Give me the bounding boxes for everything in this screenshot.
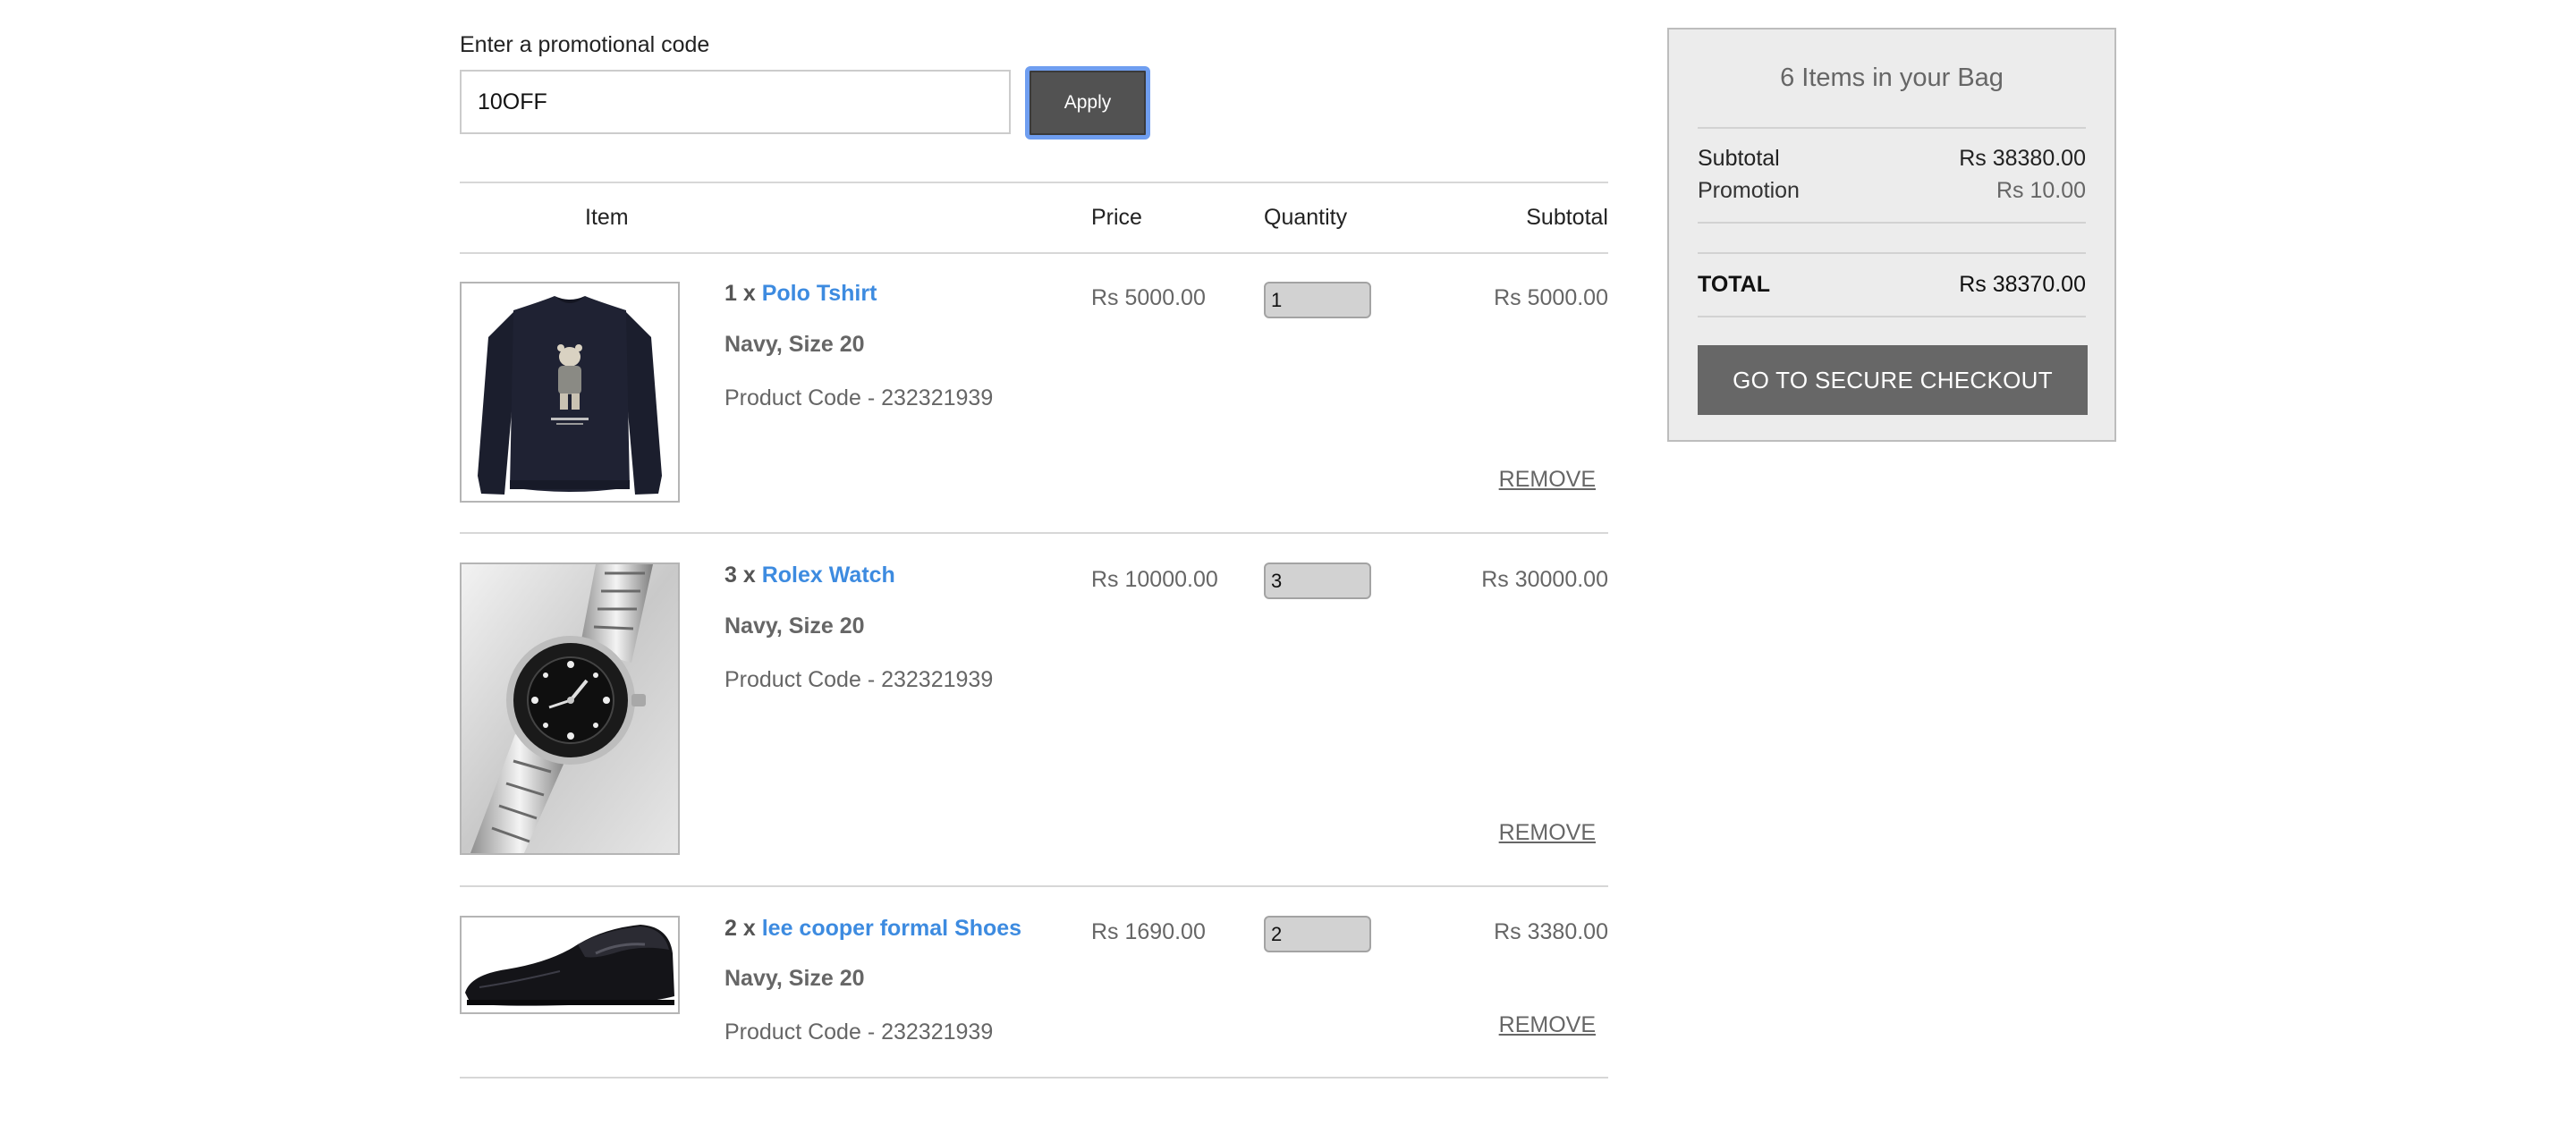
remove-item-link[interactable]: REMOVE <box>1499 467 1596 493</box>
product-code: Product Code - 232321939 <box>724 667 994 692</box>
product-title: 3 x Rolex Watch <box>724 562 895 588</box>
quantity-prefix: 2 x <box>724 916 756 941</box>
unit-price: Rs 10000.00 <box>1091 567 1218 592</box>
column-header-subtotal: Subtotal <box>1526 205 1608 230</box>
product-code: Product Code - 232321939 <box>724 385 994 410</box>
row-divider <box>460 885 1608 887</box>
quantity-input[interactable] <box>1264 282 1371 318</box>
promo-code-label: Enter a promotional code <box>460 32 710 57</box>
total-label: TOTAL <box>1698 272 1771 297</box>
promo-code-input[interactable] <box>460 70 1011 134</box>
column-header-item: Item <box>585 205 629 230</box>
subtotal-value: Rs 38380.00 <box>1959 146 2086 171</box>
product-variant: Navy, Size 20 <box>724 966 865 991</box>
quantity-prefix: 1 x <box>724 281 756 306</box>
product-thumbnail[interactable] <box>460 916 680 1014</box>
product-link[interactable]: lee cooper formal Shoes <box>762 916 1021 941</box>
row-divider <box>460 532 1608 534</box>
column-header-price: Price <box>1091 205 1142 230</box>
product-link[interactable]: Polo Tshirt <box>762 281 877 306</box>
promotion-label: Promotion <box>1698 178 1800 203</box>
order-summary-panel: 6 Items in your Bag Subtotal Rs 38380.00… <box>1667 28 2116 442</box>
line-subtotal: Rs 3380.00 <box>1494 919 1608 944</box>
unit-price: Rs 5000.00 <box>1091 285 1206 310</box>
table-header-divider <box>460 252 1608 254</box>
quantity-prefix: 3 x <box>724 562 756 588</box>
line-subtotal: Rs 30000.00 <box>1481 567 1608 592</box>
table-bottom-divider <box>460 1077 1608 1078</box>
wristwatch-image <box>462 564 678 853</box>
product-title: 2 x lee cooper formal Shoes <box>724 916 1021 942</box>
column-header-quantity: Quantity <box>1264 205 1348 230</box>
summary-divider <box>1698 252 2086 254</box>
black-formal-shoe-image <box>462 918 678 1012</box>
summary-divider <box>1698 316 2086 317</box>
line-subtotal: Rs 5000.00 <box>1494 285 1608 310</box>
navy-sweatshirt-image <box>462 283 678 501</box>
table-top-divider <box>460 182 1608 183</box>
product-thumbnail[interactable] <box>460 562 680 855</box>
promotion-value: Rs 10.00 <box>1996 178 2086 203</box>
summary-divider <box>1698 127 2086 129</box>
product-title: 1 x Polo Tshirt <box>724 281 877 307</box>
unit-price: Rs 1690.00 <box>1091 919 1206 944</box>
total-value: Rs 38370.00 <box>1959 272 2086 297</box>
product-thumbnail[interactable] <box>460 282 680 503</box>
secure-checkout-button[interactable]: GO TO SECURE CHECKOUT <box>1698 345 2088 415</box>
quantity-input[interactable] <box>1264 916 1371 952</box>
product-variant: Navy, Size 20 <box>724 613 865 639</box>
product-link[interactable]: Rolex Watch <box>762 562 895 588</box>
remove-item-link[interactable]: REMOVE <box>1499 820 1596 846</box>
product-variant: Navy, Size 20 <box>724 332 865 357</box>
apply-promo-button[interactable]: Apply <box>1025 66 1150 140</box>
quantity-input[interactable] <box>1264 562 1371 599</box>
summary-divider <box>1698 222 2086 224</box>
bag-item-count: 6 Items in your Bag <box>1780 63 2004 92</box>
subtotal-label: Subtotal <box>1698 146 1780 171</box>
remove-item-link[interactable]: REMOVE <box>1499 1012 1596 1038</box>
product-code: Product Code - 232321939 <box>724 1019 994 1045</box>
